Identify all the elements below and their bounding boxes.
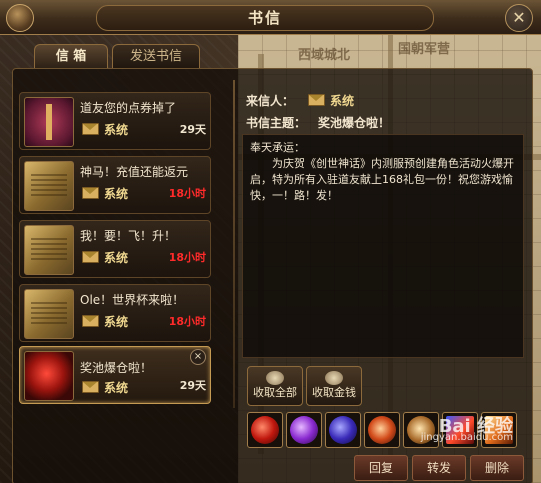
scroll-icon [24,289,74,339]
mail-body: 奉天承运： 为庆贺《创世神话》内测服预创建角色活动火爆开启，特为所有入驻道友献上… [250,140,514,204]
mail-title: 奖池爆仓啦！ [80,361,153,375]
envelope-icon [82,123,99,135]
flame-orb-icon[interactable] [364,412,400,448]
envelope-icon [82,315,99,327]
mail-item[interactable]: Ole！世界杯来啦！ 系统 18小时 [19,284,211,342]
hand-icon [266,371,284,385]
scroll-icon [24,225,74,275]
mail-window: 西域城北 国朝军营 书信 ✕ 信 箱 发送书信 道友您的点券掉了 系统 29天 … [0,0,541,483]
envelope-icon [82,187,99,199]
collect-money-button[interactable]: 收取金钱 [306,366,362,406]
purple-orb-icon[interactable] [286,412,322,448]
divider [233,80,235,408]
mail-time: 29天 [179,379,206,392]
delete-mail-button[interactable]: × [190,349,206,365]
mail-sender: 系统 [104,381,129,395]
mail-item-selected[interactable]: 奖池爆仓啦！ 系统 29天 × [19,346,211,404]
from-value: 系统 [330,94,355,108]
delete-button[interactable]: 删除 [470,455,524,481]
collect-all-button[interactable]: 收取全部 [247,366,303,406]
violet-orb-icon[interactable] [325,412,361,448]
reply-button[interactable]: 回复 [354,455,408,481]
mail-time: 18小时 [168,251,206,264]
window-title: 书信 [96,5,434,31]
mail-title: Ole！世界杯来啦！ [80,293,185,307]
mail-sender: 系统 [104,315,129,329]
mail-title: 道友您的点券掉了 [80,101,177,115]
corner-ornament-icon [6,4,34,32]
gift-icon [24,97,74,147]
orb-icon [24,351,74,401]
map-label: 西域城北 [298,48,351,63]
mail-title: 神马！充值还能返元 [80,165,189,179]
mail-sender: 系统 [104,251,129,265]
mail-item[interactable]: 神马！充值还能返元 系统 18小时 [19,156,211,214]
title-bar: 书信 ✕ [0,0,541,35]
mail-time: 29天 [179,123,206,136]
watermark-url: jingyan.baidu.com [420,432,513,443]
mail-item[interactable]: 道友您的点券掉了 系统 29天 [19,92,211,150]
forward-button[interactable]: 转发 [412,455,466,481]
subject-label: 书信主题： [246,116,307,130]
mail-sender: 系统 [104,123,129,137]
envelope-icon [82,251,99,263]
subject-value: 奖池爆仓啦！ [318,116,391,130]
envelope-icon [308,94,325,106]
scroll-icon [24,161,74,211]
close-button[interactable]: ✕ [505,4,533,32]
body-greeting: 奉天承运： [250,141,305,154]
mail-item[interactable]: 我！要！飞！升！ 系统 18小时 [19,220,211,278]
mail-time: 18小时 [168,315,206,328]
envelope-icon [82,381,99,393]
map-label: 国朝军营 [398,42,451,57]
body-text: 为庆贺《创世神话》内测服预创建角色活动火爆开启，特为所有入驻道友献上168礼包一… [250,157,514,202]
coins-icon [325,371,343,385]
tab-send-mail[interactable]: 发送书信 [112,44,200,69]
mail-time: 18小时 [168,187,206,200]
mail-title: 我！要！飞！升！ [80,229,177,243]
tab-inbox[interactable]: 信 箱 [34,44,108,69]
red-orb-icon[interactable] [247,412,283,448]
mail-sender: 系统 [104,187,129,201]
from-label: 来信人： [246,94,295,108]
